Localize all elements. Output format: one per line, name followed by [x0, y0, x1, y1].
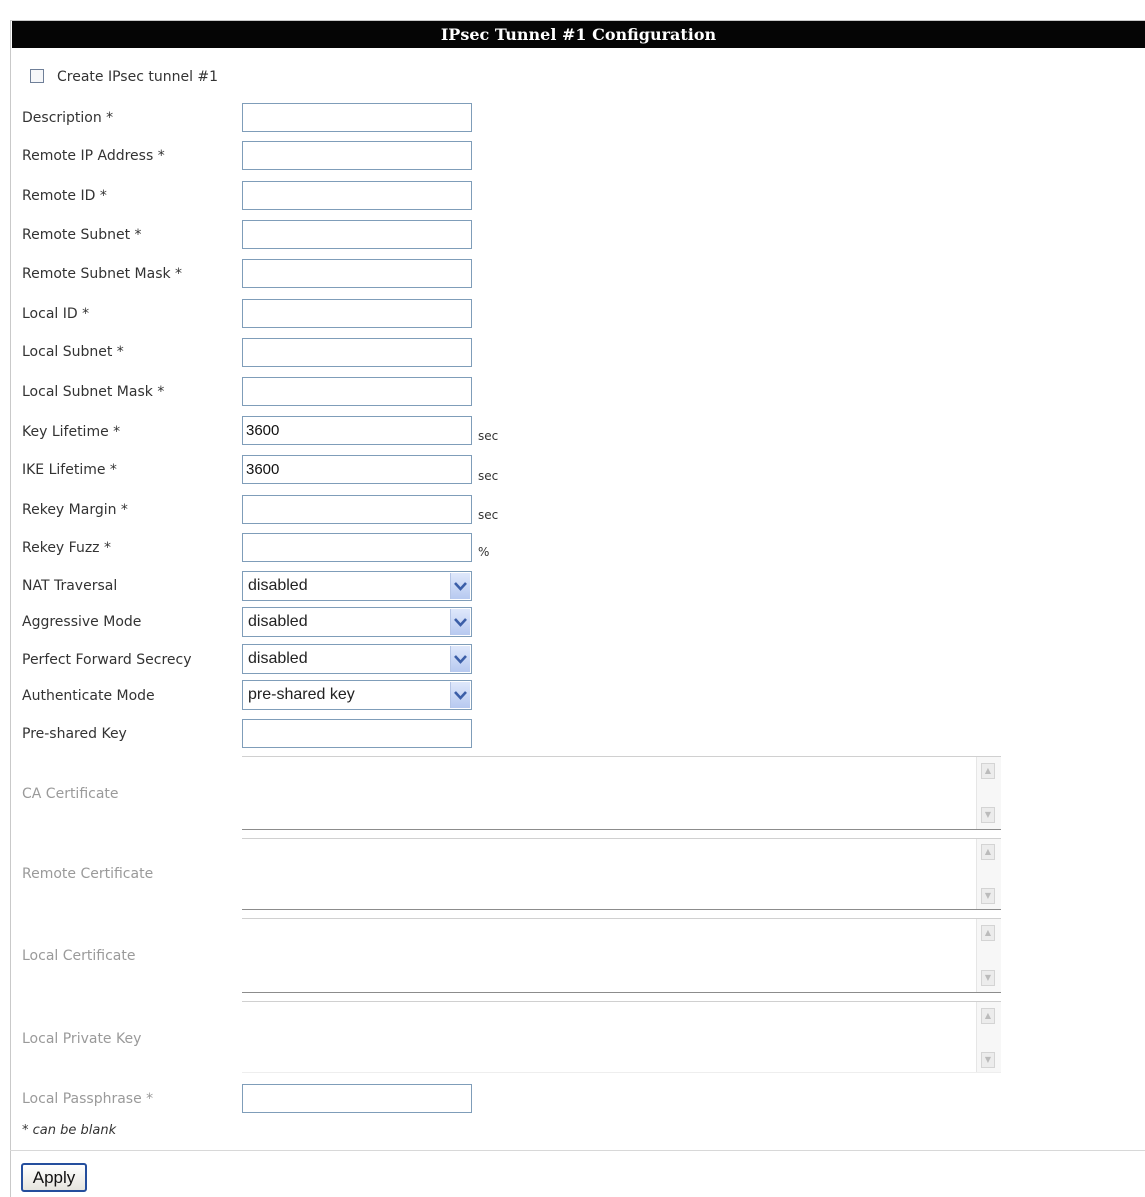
ca-cert-textarea[interactable]: ▲ ▼ — [242, 756, 1001, 830]
arrow-up-icon[interactable]: ▲ — [981, 925, 995, 941]
chevron-down-icon[interactable] — [450, 682, 470, 708]
auth-mode-label: Authenticate Mode — [22, 688, 155, 704]
local-subnet-mask-input[interactable] — [242, 377, 472, 406]
local-passphrase-input[interactable] — [242, 1084, 472, 1113]
remote-cert-label: Remote Certificate — [22, 866, 154, 882]
local-cert-textarea[interactable]: ▲ ▼ — [242, 918, 1001, 993]
scrollbar[interactable]: ▲ ▼ — [976, 839, 1001, 909]
rekey-fuzz-unit: % — [478, 545, 490, 559]
aggressive-mode-label: Aggressive Mode — [22, 614, 142, 630]
nat-traversal-label: NAT Traversal — [22, 578, 118, 594]
local-private-key-label: Local Private Key — [22, 1031, 142, 1047]
local-private-key-textarea[interactable]: ▲ ▼ — [242, 1001, 1001, 1073]
auth-mode-select[interactable]: pre-shared key — [242, 680, 472, 710]
local-subnet-input[interactable] — [242, 338, 472, 367]
ike-lifetime-input[interactable]: 3600 — [242, 455, 472, 484]
rekey-fuzz-label: Rekey Fuzz * — [22, 540, 111, 556]
arrow-down-icon[interactable]: ▼ — [981, 970, 995, 986]
create-tunnel-checkbox[interactable] — [30, 69, 44, 83]
nat-traversal-value: disabled — [248, 577, 308, 594]
psk-label: Pre-shared Key — [22, 726, 127, 742]
blank-note: * can be blank — [22, 1123, 117, 1138]
aggressive-mode-value: disabled — [248, 613, 308, 630]
local-subnet-label: Local Subnet * — [22, 344, 124, 360]
rekey-margin-input[interactable] — [242, 495, 472, 524]
remote-subnet-input[interactable] — [242, 220, 472, 249]
local-passphrase-label: Local Passphrase * — [22, 1091, 154, 1107]
aggressive-mode-select[interactable]: disabled — [242, 607, 472, 637]
ike-lifetime-label: IKE Lifetime * — [22, 462, 117, 478]
local-id-input[interactable] — [242, 299, 472, 328]
key-lifetime-unit: sec — [478, 429, 499, 443]
chevron-down-icon[interactable] — [450, 573, 470, 599]
ca-cert-label: CA Certificate — [22, 786, 119, 802]
rekey-fuzz-input[interactable] — [242, 533, 472, 562]
panel-title: IPsec Tunnel #1 Configuration — [12, 21, 1145, 48]
arrow-down-icon[interactable]: ▼ — [981, 807, 995, 823]
chevron-down-icon[interactable] — [450, 609, 470, 635]
pfs-label: Perfect Forward Secrecy — [22, 652, 192, 668]
scrollbar[interactable]: ▲ ▼ — [976, 757, 1001, 829]
arrow-up-icon[interactable]: ▲ — [981, 1008, 995, 1024]
remote-subnet-mask-input[interactable] — [242, 259, 472, 288]
arrow-down-icon[interactable]: ▼ — [981, 888, 995, 904]
remote-id-input[interactable] — [242, 181, 472, 210]
psk-input[interactable] — [242, 719, 472, 748]
rekey-margin-unit: sec — [478, 508, 499, 522]
pfs-value: disabled — [248, 650, 308, 667]
remote-subnet-mask-label: Remote Subnet Mask * — [22, 266, 183, 282]
remote-ip-input[interactable] — [242, 141, 472, 170]
key-lifetime-label: Key Lifetime * — [22, 424, 121, 440]
chevron-down-icon[interactable] — [450, 646, 470, 672]
auth-mode-value: pre-shared key — [248, 686, 355, 703]
remote-cert-textarea[interactable]: ▲ ▼ — [242, 838, 1001, 910]
create-tunnel-label: Create IPsec tunnel #1 — [57, 69, 219, 85]
apply-button[interactable]: Apply — [21, 1163, 87, 1192]
scrollbar[interactable]: ▲ ▼ — [976, 919, 1001, 992]
local-id-label: Local ID * — [22, 306, 90, 322]
pfs-select[interactable]: disabled — [242, 644, 472, 674]
divider — [10, 1150, 1145, 1151]
description-label: Description * — [22, 110, 114, 126]
remote-subnet-label: Remote Subnet * — [22, 227, 142, 243]
remote-ip-label: Remote IP Address * — [22, 148, 165, 164]
key-lifetime-input[interactable]: 3600 — [242, 416, 472, 445]
local-subnet-mask-label: Local Subnet Mask * — [22, 384, 165, 400]
ike-lifetime-unit: sec — [478, 469, 499, 483]
rekey-margin-label: Rekey Margin * — [22, 502, 128, 518]
description-input[interactable] — [242, 103, 472, 132]
arrow-up-icon[interactable]: ▲ — [981, 844, 995, 860]
scrollbar[interactable]: ▲ ▼ — [976, 1002, 1001, 1072]
local-cert-label: Local Certificate — [22, 948, 136, 964]
nat-traversal-select[interactable]: disabled — [242, 571, 472, 601]
arrow-up-icon[interactable]: ▲ — [981, 763, 995, 779]
arrow-down-icon[interactable]: ▼ — [981, 1052, 995, 1068]
remote-id-label: Remote ID * — [22, 188, 107, 204]
